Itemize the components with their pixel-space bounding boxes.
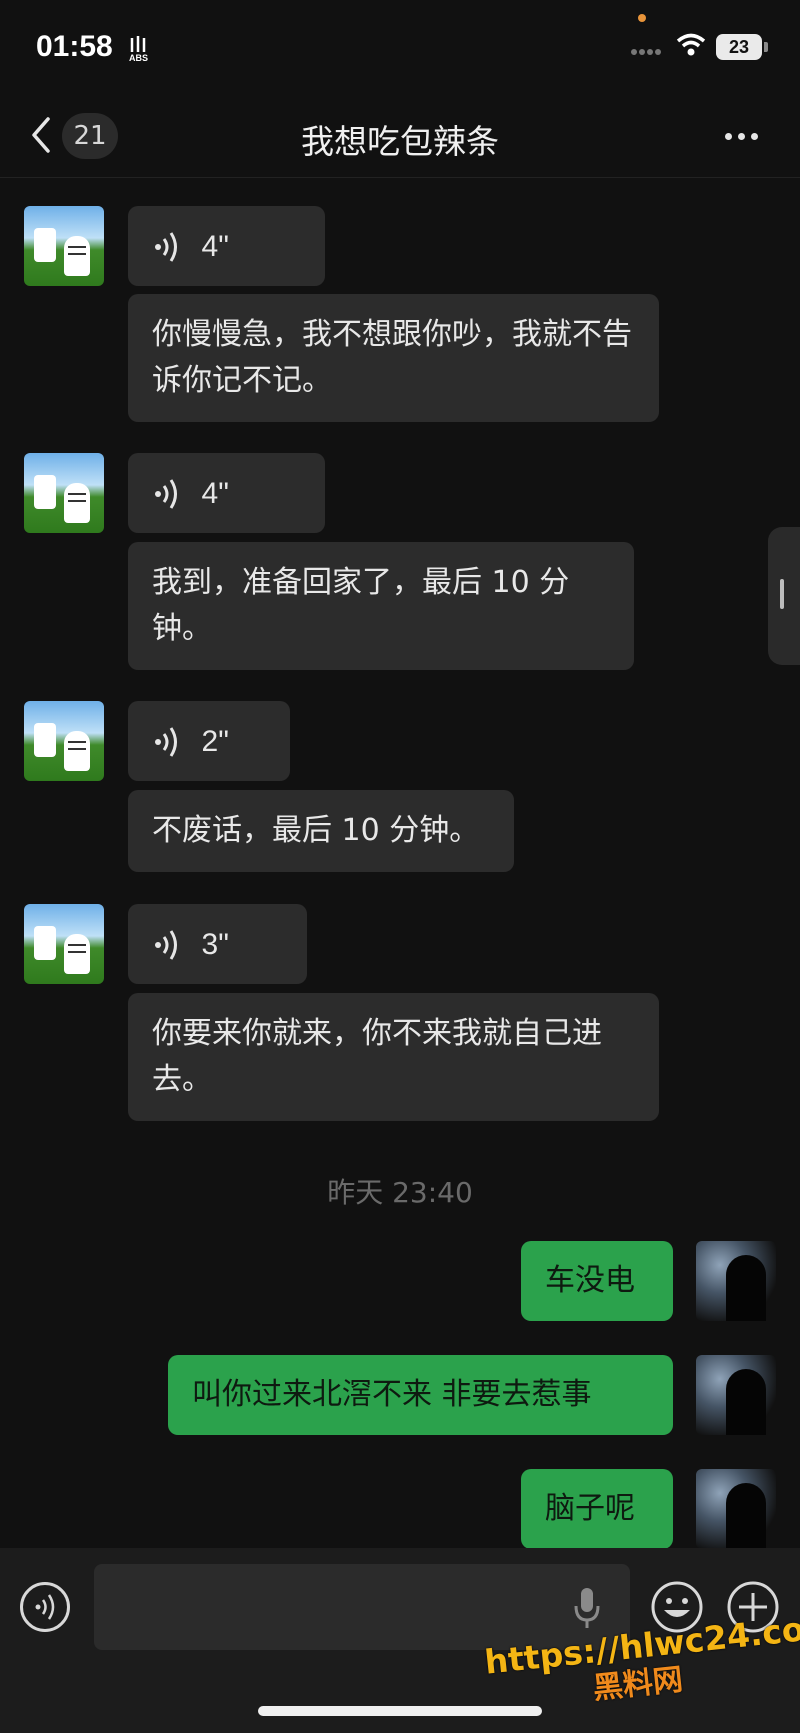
chat-header: 21 我想吃包辣条 [0,95,800,178]
battery-tip [764,42,768,52]
voice-message[interactable]: 4" [128,206,325,286]
text-message-outgoing[interactable]: 脑子呢 [521,1469,673,1548]
my-avatar[interactable] [696,1469,776,1548]
contact-avatar[interactable] [24,206,104,286]
message-timestamp: 昨天 23:40 [327,1176,473,1209]
home-indicator[interactable] [258,1706,542,1716]
text-message-outgoing[interactable]: 车没电 [521,1241,673,1321]
abs-app-badge-text: ABS [129,53,148,62]
privacy-indicator-dot [638,14,646,22]
voice-duration: 4" [201,476,229,510]
text-message[interactable]: 我到，准备回家了，最后 10 分钟。 [128,542,634,670]
signal-icon [631,49,661,55]
text-message[interactable]: 你慢慢急，我不想跟你吵，我就不告诉你记不记。 [128,294,659,422]
voice-wave-icon [155,231,177,262]
contact-avatar[interactable] [24,904,104,984]
voice-wave-icon [155,726,177,757]
voice-message[interactable]: 2" [128,701,290,781]
voice-duration: 2" [201,724,229,758]
battery-icon: 23 [716,34,762,60]
abs-app-icon: ABS [129,36,148,62]
voice-duration: 4" [201,229,229,263]
voice-wave-icon [35,1594,55,1620]
message-list[interactable]: 4" 你慢慢急，我不想跟你吵，我就不告诉你记不记。 4" 我到，准备回家了，最后… [0,178,800,1548]
text-message[interactable]: 不废话，最后 10 分钟。 [128,790,514,872]
voice-wave-icon [155,929,177,960]
voice-message[interactable]: 3" [128,904,307,984]
text-message[interactable]: 你要来你就来，你不来我就自己进去。 [128,993,659,1121]
my-avatar[interactable] [696,1241,776,1321]
my-avatar[interactable] [696,1355,776,1435]
voice-wave-icon [155,478,177,509]
mic-icon[interactable] [572,1586,602,1630]
more-icon[interactable] [722,125,766,145]
voice-duration: 3" [201,927,229,961]
wifi-icon [676,33,706,56]
contact-avatar[interactable] [24,453,104,533]
chat-title: 我想吃包辣条 [301,122,499,161]
text-message-outgoing[interactable]: 叫你过来北滘不来 非要去惹事 [168,1355,673,1435]
status-bar: 01:58 ABS 23 [0,0,800,95]
voice-input-icon[interactable] [20,1582,70,1632]
scroll-handle[interactable] [768,527,800,665]
status-time: 01:58 [36,30,113,63]
contact-avatar[interactable] [24,701,104,781]
voice-message[interactable]: 4" [128,453,325,533]
